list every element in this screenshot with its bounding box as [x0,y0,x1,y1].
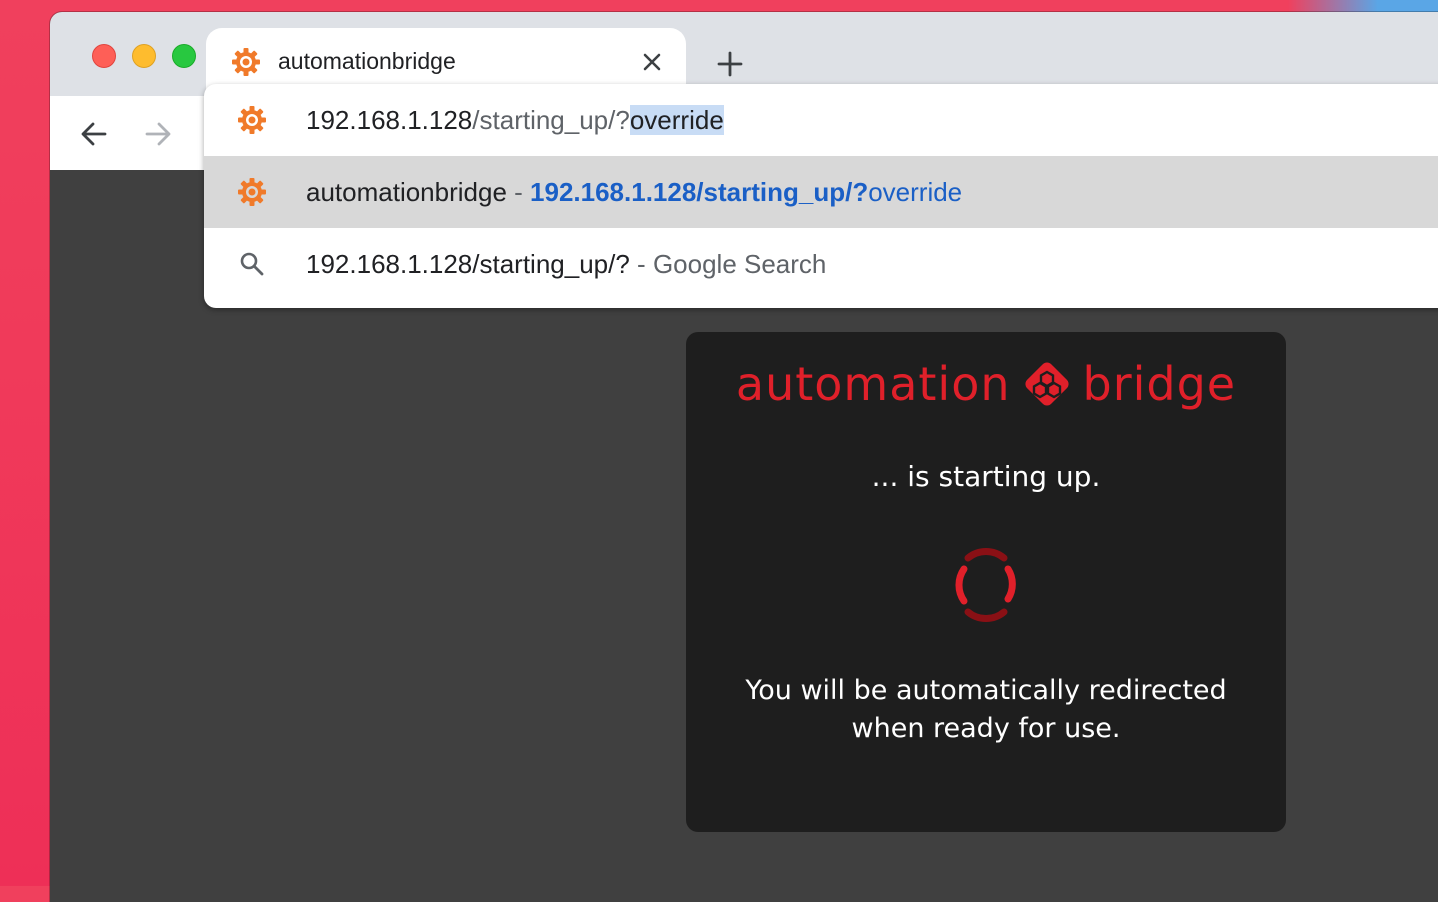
automationbridge-gear-icon [232,48,260,76]
hexagon-diamond-logo-icon [1024,362,1069,406]
back-button[interactable] [74,114,114,154]
url-selected-completion: override [629,105,724,135]
url-path: /starting_up/? [472,105,630,135]
omnibox-favicon [236,104,268,136]
suggestion-url-match: 192.168.1.128/starting_up/? [530,177,869,207]
suggestion-separator: - [506,177,531,207]
automationbridge-logo: automation bridge [686,354,1286,414]
suggestion-source: Google Search [652,249,827,279]
omnibox-dropdown: 192.168.1.128/starting_up/?override auto… [204,84,1438,308]
omnibox-url-text: 192.168.1.128/starting_up/?override [306,84,724,156]
close-icon [643,53,661,71]
close-window-button[interactable] [92,44,116,68]
maximize-window-button[interactable] [172,44,196,68]
logo-text-left: automation [735,357,1011,411]
automationbridge-gear-icon [238,178,266,206]
logo-text-right: bridge [1082,357,1237,411]
tab-title: automationbridge [278,48,456,74]
plus-icon [717,51,743,77]
suggestion-text: 192.168.1.128/starting_up/? - Google Sea… [306,228,826,300]
starting-message: ... is starting up. [871,460,1101,493]
omnibox-suggestion-history[interactable]: automationbridge - 192.168.1.128/startin… [204,156,1438,228]
redirect-message: You will be automatically redirected whe… [745,675,1227,744]
automationbridge-gear-icon [238,106,266,134]
startup-card: automation bridge ... is starting up. Yo… [686,332,1286,832]
omnibox-input[interactable]: 192.168.1.128/starting_up/?override [204,84,1438,156]
new-tab-button[interactable] [710,44,750,84]
arrow-right-icon [145,122,171,146]
suggestion-title: automationbridge [306,177,507,207]
suggestion-favicon [236,176,268,208]
omnibox-suggestion-search[interactable]: 192.168.1.128/starting_up/? - Google Sea… [204,228,1438,300]
arrow-left-icon [81,122,107,146]
suggestion-search-icon-wrap [236,248,268,280]
suggestion-separator: - [629,249,653,279]
suggestion-url-rest: override [868,177,963,207]
minimize-window-button[interactable] [132,44,156,68]
tab-close-button[interactable] [636,46,668,78]
url-host: 192.168.1.128 [306,105,473,135]
suggestion-text: automationbridge - 192.168.1.128/startin… [306,156,962,228]
loading-spinner-icon [955,548,1016,622]
search-icon [240,252,264,276]
wallpaper-accent [1288,0,1438,12]
forward-button[interactable] [138,114,178,154]
suggestion-query: 192.168.1.128/starting_up/? [306,249,630,279]
